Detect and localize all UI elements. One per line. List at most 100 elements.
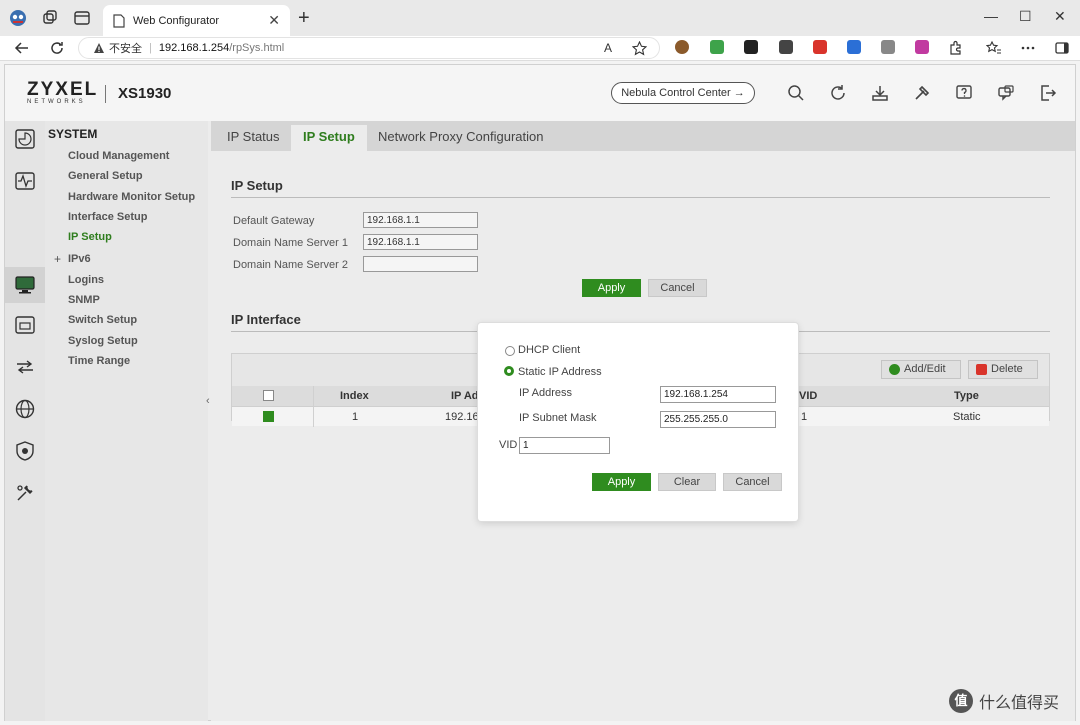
switching-icon[interactable] (15, 357, 35, 377)
more-options-icon[interactable] (1020, 40, 1036, 56)
column-header-type: Type (954, 390, 979, 402)
url-separator: | (149, 42, 152, 54)
dialog-clear-button[interactable]: Clear (658, 473, 716, 491)
collapse-menu-chevron-icon[interactable]: ‹ (206, 395, 210, 407)
section-title-ip-setup: IP Setup (231, 178, 283, 193)
menu-item-syslog-setup[interactable]: Syslog Setup (68, 335, 138, 347)
page-tabs: IP Status IP Setup Network Proxy Configu… (211, 121, 1075, 151)
default-gateway-label: Default Gateway (233, 215, 315, 227)
expand-ipv6-icon[interactable]: + (54, 252, 61, 266)
refresh-icon[interactable] (829, 84, 847, 102)
security-shield-icon[interactable] (15, 441, 35, 461)
menu-item-time-range[interactable]: Time Range (68, 355, 130, 367)
add-edit-label: Add/Edit (904, 363, 946, 375)
page-icon (113, 13, 125, 28)
s-extension-icon[interactable] (779, 40, 793, 54)
select-all-checkbox[interactable] (263, 390, 274, 401)
watermark-badge-icon: 值 (949, 689, 973, 713)
menu-item-hardware-monitor-setup[interactable]: Hardware Monitor Setup (68, 191, 195, 203)
read-aloud-icon[interactable]: A (604, 41, 612, 55)
default-gateway-input[interactable] (363, 212, 478, 228)
cookie-extension-icon[interactable] (675, 40, 689, 54)
dns2-input[interactable] (363, 256, 478, 272)
favorite-star-icon[interactable] (632, 41, 647, 56)
warning-icon[interactable] (93, 42, 105, 54)
dialog-apply-button[interactable]: Apply (592, 473, 651, 491)
store-extension-icon[interactable] (744, 40, 758, 54)
browser-tab-web-configurator[interactable]: Web Configurator ✕ (103, 5, 290, 36)
static-ip-radio[interactable] (504, 366, 514, 376)
ip-address-label: IP Address (519, 387, 572, 399)
menu-item-interface-setup[interactable]: Interface Setup (68, 211, 147, 223)
workspaces-icon[interactable] (41, 9, 59, 27)
menu-item-ipv6[interactable]: IPv6 (68, 253, 91, 265)
dashboard-icon[interactable] (15, 129, 35, 149)
section-title-ip-interface: IP Interface (231, 312, 301, 327)
row-type: Static (953, 411, 981, 423)
sidebar-toggle-icon[interactable] (1054, 40, 1070, 56)
help-icon[interactable] (955, 84, 973, 102)
watermark-text: 什么值得买 (979, 695, 1060, 712)
menu-item-cloud-management[interactable]: Cloud Management (68, 150, 169, 162)
app-header: ZYXEL NETWORKS XS1930 Nebula Control Cen… (5, 65, 1075, 121)
favorites-list-icon[interactable] (986, 40, 1002, 56)
network-globe-icon[interactable] (15, 399, 35, 419)
grey-extension-icon[interactable] (881, 40, 895, 54)
nebula-control-center-button[interactable]: Nebula Control Center → (611, 82, 755, 104)
new-tab-button[interactable]: + (298, 7, 310, 30)
menu-item-ip-setup[interactable]: IP Setup (68, 231, 112, 243)
delete-button[interactable]: Delete (968, 360, 1038, 379)
column-divider (313, 386, 314, 406)
column-divider (313, 407, 314, 427)
tab-close-icon[interactable]: ✕ (268, 12, 280, 29)
tab-ip-status[interactable]: IP Status (227, 129, 280, 144)
left-icon-bar (5, 121, 45, 721)
menu-item-switch-setup[interactable]: Switch Setup (68, 314, 137, 326)
back-arrow-icon[interactable] (14, 40, 30, 56)
purple-extension-icon[interactable] (915, 40, 929, 54)
ip-setup-cancel-button[interactable]: Cancel (648, 279, 707, 297)
tab-ip-setup[interactable]: IP Setup (291, 125, 367, 151)
tab-actions-icon[interactable] (73, 9, 91, 27)
dialog-cancel-button[interactable]: Cancel (723, 473, 782, 491)
chat-feedback-icon[interactable] (997, 84, 1015, 102)
subnet-mask-label: IP Subnet Mask (519, 412, 597, 424)
window-close-button[interactable]: ✕ (1054, 8, 1066, 25)
menu-item-general-setup[interactable]: General Setup (68, 170, 143, 182)
port-settings-icon[interactable] (15, 315, 35, 335)
blue-extension-icon[interactable] (847, 40, 861, 54)
extensions-puzzle-icon[interactable] (948, 40, 964, 56)
tab-network-proxy-configuration[interactable]: Network Proxy Configuration (378, 129, 543, 144)
menu-item-logins[interactable]: Logins (68, 274, 104, 286)
profile-avatar-icon[interactable] (9, 9, 27, 27)
dns1-input[interactable] (363, 234, 478, 250)
add-edit-button[interactable]: Add/Edit (881, 360, 961, 379)
delete-label: Delete (991, 363, 1023, 375)
reload-icon[interactable] (49, 40, 65, 56)
watermark: 值 什么值得买 (949, 689, 1059, 713)
plus-circle-icon (889, 364, 900, 375)
row-checkbox[interactable] (263, 411, 274, 422)
dhcp-client-radio[interactable] (505, 346, 515, 356)
url-field[interactable]: 不安全 | 192.168.1.254/rpSys.html (78, 37, 660, 59)
search-icon[interactable] (787, 84, 805, 102)
brand-name: ZYXEL (27, 79, 99, 100)
logout-icon[interactable] (1039, 84, 1057, 102)
logo-separator (105, 85, 106, 103)
red-extension-icon[interactable] (813, 40, 827, 54)
maintenance-icon[interactable] (15, 483, 35, 503)
vid-input[interactable] (519, 437, 610, 454)
menu-item-snmp[interactable]: SNMP (68, 294, 100, 306)
window-maximize-button[interactable]: ☐ (1019, 8, 1032, 25)
window-minimize-button[interactable]: — (984, 8, 998, 24)
system-monitor-icon[interactable] (15, 275, 35, 295)
tab-title: Web Configurator (133, 14, 220, 27)
ip-address-input[interactable] (660, 386, 776, 403)
ip-setup-apply-button[interactable]: Apply (582, 279, 641, 297)
monitor-waveform-icon[interactable] (15, 171, 35, 191)
subnet-mask-input[interactable] (660, 411, 776, 428)
column-header-index: Index (340, 390, 369, 402)
maintenance-tools-icon[interactable] (913, 84, 931, 102)
android-extension-icon[interactable] (710, 40, 724, 54)
save-download-icon[interactable] (871, 84, 889, 102)
